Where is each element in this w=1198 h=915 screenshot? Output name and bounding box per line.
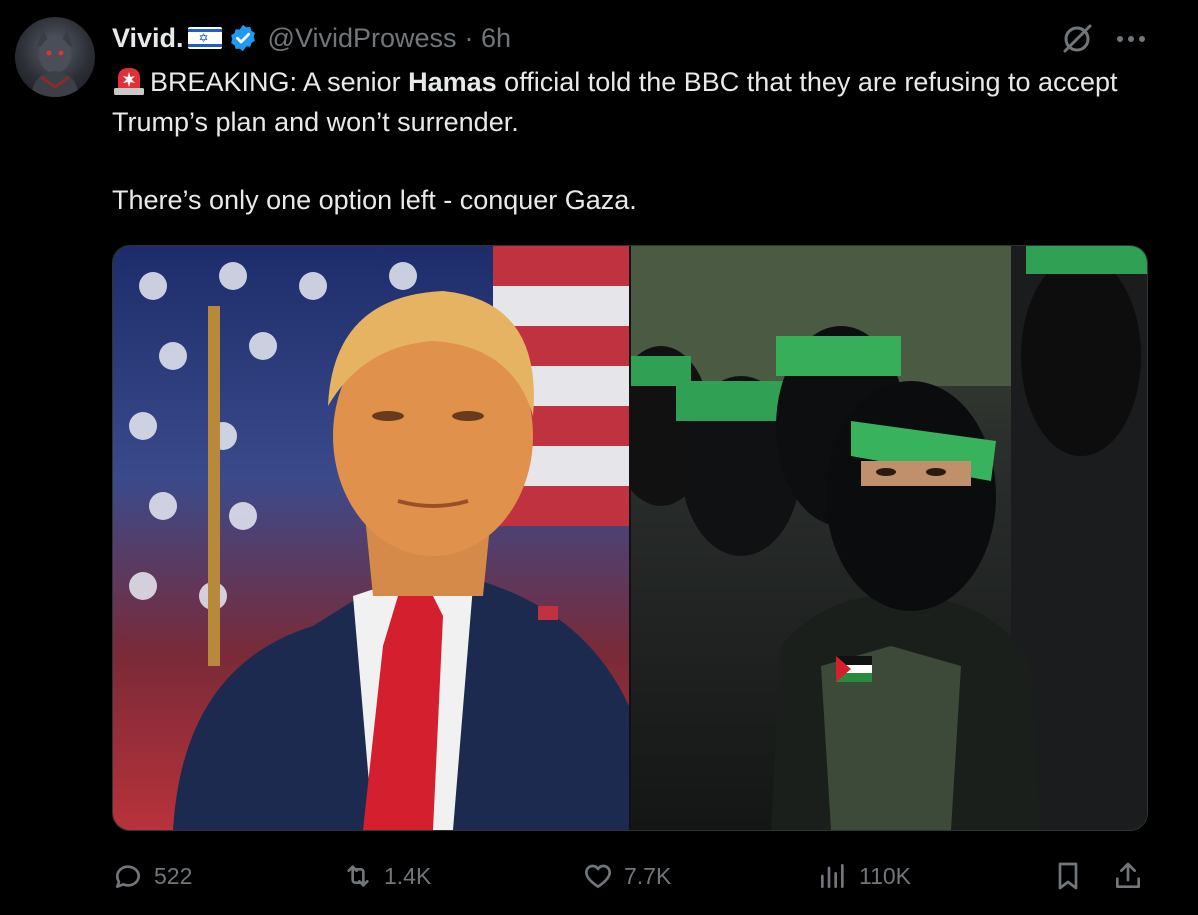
tweet-header: Vivid. ✡ @VividProwess · 6h (112, 20, 511, 56)
repost-icon (347, 865, 369, 887)
tweet-body: BREAKING: A senior Hamas official told t… (112, 62, 1152, 220)
tweet-action-bar: 522 1.4K 7.7K 110K (112, 852, 1152, 900)
avatar[interactable] (15, 17, 95, 97)
grok-icon[interactable] (1060, 22, 1094, 56)
reply-count: 522 (154, 862, 193, 889)
reply-icon (115, 865, 140, 888)
more-options-icon[interactable] (1116, 34, 1146, 44)
hamas-fighters-photo[interactable] (631, 246, 1147, 830)
bookmark-button[interactable] (1052, 852, 1094, 900)
share-button[interactable] (1112, 852, 1154, 900)
avatar-image (31, 29, 79, 97)
tweet-text-prefix: BREAKING: A senior (150, 67, 409, 97)
share-icon (1116, 862, 1140, 888)
verified-badge-icon (230, 24, 255, 52)
tweet-top-actions (1060, 22, 1146, 56)
handle[interactable]: @VividProwess (268, 23, 457, 54)
heart-icon (584, 864, 612, 888)
like-count: 7.7K (624, 862, 672, 889)
views-button[interactable]: 110K (817, 852, 911, 900)
repost-count: 1.4K (384, 862, 432, 889)
trump-photo[interactable] (113, 246, 629, 830)
reply-button[interactable]: 522 (112, 852, 192, 900)
views-count: 110K (859, 862, 912, 889)
trump-photo-illustration (129, 246, 629, 830)
display-name[interactable]: Vivid. (112, 23, 184, 54)
tweet-paragraph-1: BREAKING: A senior Hamas official told t… (112, 62, 1152, 142)
like-button[interactable]: 7.7K (582, 852, 671, 900)
timestamp[interactable]: · 6h (465, 23, 512, 54)
israel-flag-icon: ✡ (187, 27, 222, 49)
bookmark-icon (1058, 862, 1078, 890)
fighters-photo-illustration (631, 246, 1147, 830)
tweet-paragraph-2: There’s only one option left - conquer G… (112, 185, 637, 215)
police-siren-icon (114, 68, 144, 95)
repost-button[interactable]: 1.4K (342, 852, 431, 900)
tweet-media[interactable] (112, 245, 1148, 831)
tweet-text-bold: Hamas (408, 67, 497, 97)
views-chart-icon (821, 864, 844, 888)
